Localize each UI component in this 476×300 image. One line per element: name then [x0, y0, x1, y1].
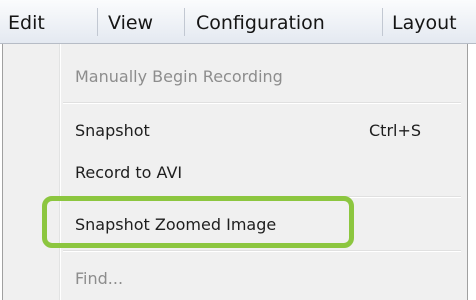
menu-separator	[63, 250, 461, 252]
menu-item-snapshot[interactable]: Snapshot Ctrl+S	[3, 116, 467, 146]
menu-edit[interactable]: Edit	[8, 12, 45, 34]
menu-item-label: Record to AVI	[75, 163, 183, 182]
menu-separator	[63, 102, 461, 104]
menu-view[interactable]: View	[108, 12, 153, 34]
menu-item-find[interactable]: Find...	[3, 264, 467, 294]
menu-item-label: Find...	[75, 269, 124, 288]
menu-configuration[interactable]: Configuration	[196, 12, 325, 34]
menu-item-manually-begin-recording[interactable]: Manually Begin Recording	[3, 62, 467, 92]
view-dropdown-menu: Manually Begin Recording Snapshot Ctrl+S…	[2, 44, 468, 300]
menu-item-label: Snapshot	[75, 121, 150, 140]
menu-item-label: Manually Begin Recording	[75, 67, 283, 86]
menu-bar: Edit View Configuration Layout	[0, 0, 476, 44]
highlight-callout-box	[42, 196, 354, 248]
menu-divider	[382, 8, 383, 36]
shortcut-label: Ctrl+S	[369, 121, 422, 140]
menu-layout[interactable]: Layout	[392, 12, 457, 34]
menu-divider	[97, 8, 98, 36]
menu-divider	[184, 8, 185, 36]
menu-item-record-to-avi[interactable]: Record to AVI	[3, 158, 467, 188]
